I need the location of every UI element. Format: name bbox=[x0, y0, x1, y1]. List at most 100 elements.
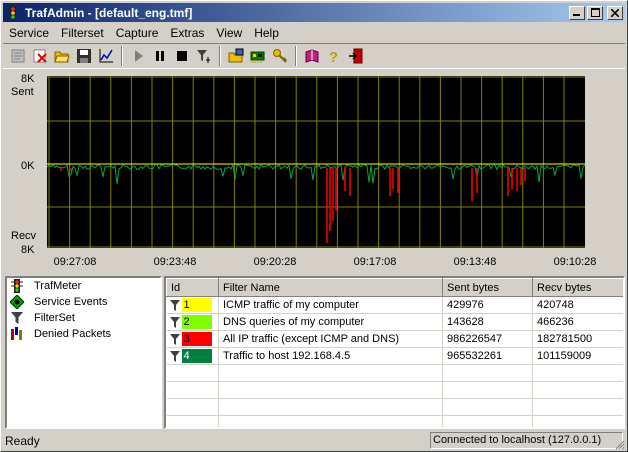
tree-item-trafmeter[interactable]: TrafMeter bbox=[7, 278, 160, 294]
tree-item-denied-packets[interactable]: Denied Packets bbox=[7, 326, 160, 342]
traffic-graph: 8K Sent 0K Recv 8K 09:27:08 09:23:48 09:… bbox=[11, 73, 597, 268]
stop-button[interactable] bbox=[171, 45, 193, 67]
table-row[interactable]: 3 All IP traffic (except ICMP and DNS) 9… bbox=[166, 330, 623, 348]
id-cell: 4 bbox=[166, 347, 219, 365]
network-card-icon bbox=[250, 51, 265, 63]
status-bar: Ready Connected to localhost (127.0.0.1) bbox=[3, 431, 625, 450]
filter-list: Id Filter Name Sent bytes Recv bytes 1 I… bbox=[164, 276, 625, 429]
filter-config-button[interactable] bbox=[193, 45, 215, 67]
connection-status: Connected to localhost (127.0.0.1) bbox=[430, 432, 623, 449]
minimize-button[interactable] bbox=[569, 5, 585, 20]
graph-plot-area bbox=[47, 76, 585, 248]
book-icon bbox=[305, 49, 319, 63]
filter-name-cell: All IP traffic (except ICMP and DNS) bbox=[218, 330, 443, 348]
pause-button[interactable] bbox=[149, 45, 171, 67]
filter-name-cell: DNS queries of my computer bbox=[218, 313, 443, 331]
empty-row bbox=[166, 364, 623, 382]
toolbar-separator bbox=[121, 46, 123, 66]
app-icon bbox=[10, 5, 16, 20]
column-header-recv-bytes[interactable]: Recv bytes bbox=[532, 278, 623, 297]
time-label: 09:10:28 bbox=[554, 256, 597, 268]
resize-grip-icon[interactable] bbox=[613, 438, 625, 450]
sent-bytes-cell: 986226547 bbox=[442, 330, 533, 348]
stop-icon bbox=[177, 51, 187, 61]
chart-button[interactable] bbox=[95, 45, 117, 67]
table-row[interactable]: 1 ICMP traffic of my computer 429976 420… bbox=[166, 296, 623, 314]
recv-bytes-cell: 182781500 bbox=[532, 330, 623, 348]
tree-item-label: FilterSet bbox=[34, 312, 75, 324]
open-button[interactable] bbox=[51, 45, 73, 67]
menu-service[interactable]: Service bbox=[3, 26, 55, 40]
maximize-icon bbox=[590, 8, 600, 17]
menu-help[interactable]: Help bbox=[248, 26, 285, 40]
delete-icon bbox=[33, 49, 47, 63]
tree-item-label: Service Events bbox=[34, 296, 108, 308]
filter-color-swatch: 3 bbox=[181, 332, 212, 346]
table-row[interactable]: 4 Traffic to host 192.168.4.5 965532261 … bbox=[166, 347, 623, 365]
properties-icon bbox=[11, 49, 25, 63]
funnel-icon bbox=[169, 317, 180, 328]
svg-text:?: ? bbox=[329, 49, 338, 64]
y-mid-value: 0K bbox=[21, 160, 35, 172]
funnel-icon bbox=[169, 351, 180, 362]
close-button[interactable] bbox=[607, 5, 623, 20]
chart-icon bbox=[99, 49, 113, 63]
properties-button[interactable] bbox=[7, 45, 29, 67]
key-icon bbox=[273, 49, 287, 63]
time-label: 09:13:48 bbox=[454, 256, 497, 268]
traffic-light-icon bbox=[11, 279, 23, 293]
sent-bytes-cell: 143628 bbox=[442, 313, 533, 331]
help-button[interactable]: ? bbox=[323, 45, 345, 67]
tree-item-label: TrafMeter bbox=[34, 280, 82, 292]
network-card-button[interactable] bbox=[247, 45, 269, 67]
y-bottom-label: Recv bbox=[11, 230, 37, 242]
table-header: Id Filter Name Sent bytes Recv bytes bbox=[166, 278, 623, 297]
filter-color-swatch: 1 bbox=[181, 298, 212, 312]
column-header-sent-bytes[interactable]: Sent bytes bbox=[442, 278, 533, 297]
menu-bar: Service Filterset Capture Extras View He… bbox=[3, 23, 625, 42]
toolbar: ? bbox=[3, 43, 625, 69]
filter-color-swatch: 2 bbox=[181, 315, 212, 329]
exit-button[interactable] bbox=[345, 45, 367, 67]
maximize-button[interactable] bbox=[587, 5, 603, 20]
filter-table: Id Filter Name Sent bytes Recv bytes 1 I… bbox=[166, 278, 623, 427]
time-label: 09:17:08 bbox=[354, 256, 397, 268]
close-icon bbox=[611, 8, 619, 17]
key-button[interactable] bbox=[269, 45, 291, 67]
traffic-graph-panel: 8K Sent 0K Recv 8K 09:27:08 09:23:48 09:… bbox=[5, 71, 625, 271]
delete-button[interactable] bbox=[29, 45, 51, 67]
pause-icon bbox=[156, 51, 164, 61]
open-settings-icon bbox=[228, 48, 244, 63]
tree-item-service-events[interactable]: Service Events bbox=[7, 294, 160, 310]
y-top-label: Sent bbox=[11, 86, 34, 98]
save-button[interactable] bbox=[73, 45, 95, 67]
column-header-id[interactable]: Id bbox=[166, 278, 219, 297]
menu-filterset[interactable]: Filterset bbox=[55, 26, 110, 40]
graph-background bbox=[47, 76, 585, 248]
filter-color-swatch: 4 bbox=[181, 349, 212, 363]
status-text: Ready bbox=[5, 433, 40, 448]
recv-bytes-cell: 420748 bbox=[532, 296, 623, 314]
open-folder-icon bbox=[54, 51, 70, 63]
menu-capture[interactable]: Capture bbox=[110, 26, 165, 40]
id-cell: 2 bbox=[166, 313, 219, 331]
column-header-filter-name[interactable]: Filter Name bbox=[218, 278, 443, 297]
open-settings-button[interactable] bbox=[225, 45, 247, 67]
toolbar-separator bbox=[219, 46, 221, 66]
funnel-icon bbox=[169, 300, 180, 311]
lower-pane: TrafMeter Service Events FilterSet Denie… bbox=[5, 276, 625, 429]
time-axis: 09:27:08 09:23:48 09:20:28 09:17:08 09:1… bbox=[54, 256, 597, 268]
play-button[interactable] bbox=[127, 45, 149, 67]
filter-config-icon bbox=[197, 50, 210, 63]
menu-extras[interactable]: Extras bbox=[164, 26, 210, 40]
main-window: TrafAdmin - [default_eng.tmf] Service Fi… bbox=[0, 0, 628, 452]
tree-item-filterset[interactable]: FilterSet bbox=[7, 310, 160, 326]
book-button[interactable] bbox=[301, 45, 323, 67]
empty-row bbox=[166, 398, 623, 416]
recv-bytes-cell: 466236 bbox=[532, 313, 623, 331]
title-bar[interactable]: TrafAdmin - [default_eng.tmf] bbox=[3, 3, 625, 22]
empty-row bbox=[166, 381, 623, 399]
table-row[interactable]: 2 DNS queries of my computer 143628 4662… bbox=[166, 313, 623, 331]
exit-icon bbox=[349, 48, 363, 64]
menu-view[interactable]: View bbox=[210, 26, 248, 40]
